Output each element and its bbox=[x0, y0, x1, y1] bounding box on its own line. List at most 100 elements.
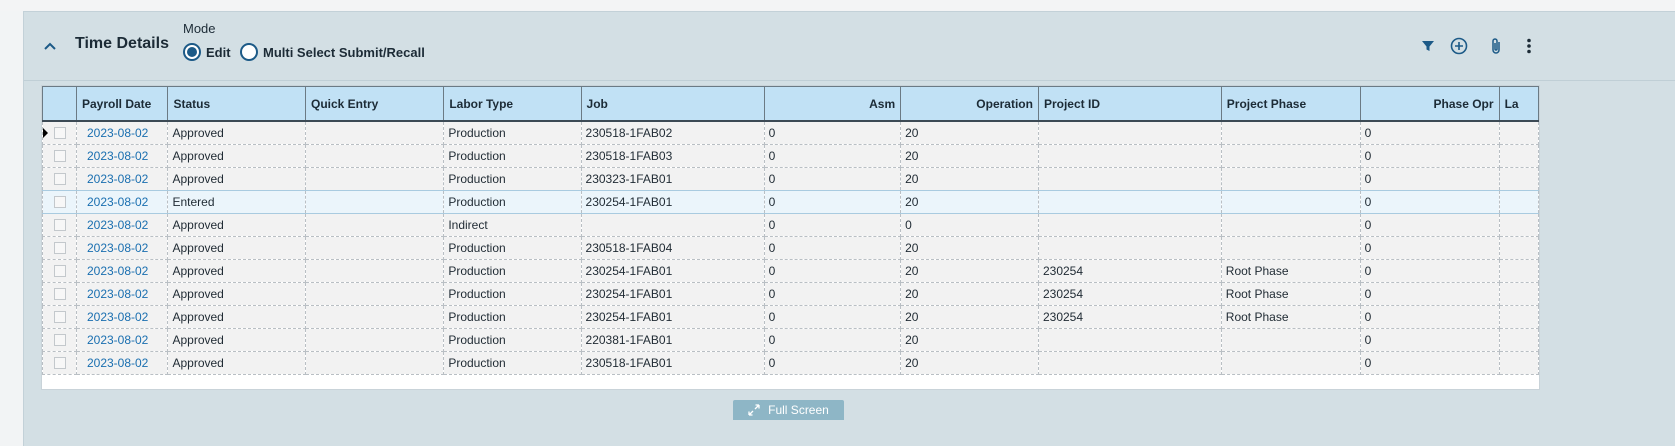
column-header-asm[interactable]: Asm bbox=[763, 86, 902, 122]
cell-la[interactable] bbox=[1498, 282, 1539, 306]
table-row[interactable]: 2023-08-02 Approved Production 230254-1FAB0… bbox=[42, 282, 1539, 306]
cell-labor-type[interactable]: Production bbox=[443, 121, 582, 145]
cell-payroll-date[interactable]: 2023-08-02 bbox=[75, 144, 169, 168]
row-checkbox[interactable] bbox=[54, 265, 66, 277]
cell-operation[interactable]: 20 bbox=[900, 236, 1039, 260]
cell-labor-type[interactable]: Production bbox=[443, 167, 582, 191]
cell-phase-opr[interactable]: 0 bbox=[1359, 351, 1500, 375]
cell-asm[interactable]: 0 bbox=[763, 144, 902, 168]
row-checkbox[interactable] bbox=[54, 357, 66, 369]
cell-project-id[interactable] bbox=[1037, 190, 1222, 214]
cell-quick-entry[interactable] bbox=[304, 259, 445, 283]
table-row[interactable]: 2023-08-02 Approved Production 230518-1FAB0… bbox=[42, 236, 1539, 260]
column-header-job[interactable]: Job bbox=[580, 86, 765, 122]
cell-operation[interactable]: 20 bbox=[900, 351, 1039, 375]
cell-status[interactable]: Approved bbox=[167, 305, 306, 329]
cell-labor-type[interactable]: Production bbox=[443, 282, 582, 306]
row-checkbox[interactable] bbox=[54, 173, 66, 185]
cell-operation[interactable]: 0 bbox=[900, 213, 1039, 237]
row-checkbox[interactable] bbox=[54, 219, 66, 231]
table-row[interactable]: 2023-08-02 Approved Production 220381-1FAB0… bbox=[42, 328, 1539, 352]
cell-project-phase[interactable]: Root Phase bbox=[1220, 259, 1361, 283]
cell-status[interactable]: Approved bbox=[167, 328, 306, 352]
cell-project-id[interactable] bbox=[1037, 121, 1222, 145]
cell-la[interactable] bbox=[1498, 236, 1539, 260]
table-row[interactable]: 2023-08-02 Approved Production 230323-1FAB0… bbox=[42, 167, 1539, 191]
cell-project-phase[interactable]: Root Phase bbox=[1220, 305, 1361, 329]
column-header-select[interactable] bbox=[42, 86, 77, 122]
cell-payroll-date[interactable]: 2023-08-02 bbox=[75, 305, 169, 329]
table-row[interactable]: 2023-08-02 Entered Production 230254-1FAB01… bbox=[42, 190, 1539, 214]
cell-quick-entry[interactable] bbox=[304, 121, 445, 145]
cell-asm[interactable]: 0 bbox=[763, 351, 902, 375]
cell-asm[interactable]: 0 bbox=[763, 121, 902, 145]
cell-project-phase[interactable] bbox=[1220, 167, 1361, 191]
cell-payroll-date[interactable]: 2023-08-02 bbox=[75, 213, 169, 237]
cell-labor-type[interactable]: Production bbox=[443, 236, 582, 260]
cell-project-id[interactable] bbox=[1037, 328, 1222, 352]
cell-operation[interactable]: 20 bbox=[900, 328, 1039, 352]
row-select-cell[interactable] bbox=[42, 351, 77, 375]
cell-la[interactable] bbox=[1498, 305, 1539, 329]
cell-labor-type[interactable]: Production bbox=[443, 144, 582, 168]
cell-asm[interactable]: 0 bbox=[763, 213, 902, 237]
cell-asm[interactable]: 0 bbox=[763, 328, 902, 352]
cell-asm[interactable]: 0 bbox=[763, 190, 902, 214]
cell-status[interactable]: Approved bbox=[167, 167, 306, 191]
cell-job[interactable] bbox=[580, 213, 765, 237]
cell-project-id[interactable] bbox=[1037, 144, 1222, 168]
cell-project-phase[interactable] bbox=[1220, 121, 1361, 145]
row-select-cell[interactable] bbox=[42, 259, 77, 283]
cell-labor-type[interactable]: Production bbox=[443, 328, 582, 352]
cell-project-phase[interactable] bbox=[1220, 236, 1361, 260]
column-header-operation[interactable]: Operation bbox=[900, 86, 1039, 122]
row-checkbox[interactable] bbox=[54, 150, 66, 162]
column-header-phase-opr[interactable]: Phase Opr bbox=[1359, 86, 1500, 122]
cell-asm[interactable]: 0 bbox=[763, 305, 902, 329]
cell-project-phase[interactable] bbox=[1220, 213, 1361, 237]
cell-la[interactable] bbox=[1498, 144, 1539, 168]
cell-phase-opr[interactable]: 0 bbox=[1359, 190, 1500, 214]
column-header-payroll-date[interactable]: Payroll Date bbox=[75, 86, 169, 122]
cell-status[interactable]: Approved bbox=[167, 282, 306, 306]
cell-status[interactable]: Approved bbox=[167, 259, 306, 283]
cell-status[interactable]: Approved bbox=[167, 121, 306, 145]
cell-la[interactable] bbox=[1498, 190, 1539, 214]
cell-phase-opr[interactable]: 0 bbox=[1359, 282, 1500, 306]
cell-quick-entry[interactable] bbox=[304, 305, 445, 329]
mode-radio-edit[interactable]: Edit bbox=[183, 41, 231, 63]
row-select-cell[interactable] bbox=[42, 213, 77, 237]
cell-project-id[interactable] bbox=[1037, 213, 1222, 237]
add-circle-icon[interactable] bbox=[1448, 35, 1470, 57]
column-header-quick-entry[interactable]: Quick Entry bbox=[304, 86, 445, 122]
cell-phase-opr[interactable]: 0 bbox=[1359, 121, 1500, 145]
row-checkbox[interactable] bbox=[54, 127, 66, 139]
cell-job[interactable]: 230254-1FAB01 bbox=[580, 259, 765, 283]
cell-operation[interactable]: 20 bbox=[900, 144, 1039, 168]
cell-job[interactable]: 230254-1FAB01 bbox=[580, 190, 765, 214]
cell-status[interactable]: Approved bbox=[167, 351, 306, 375]
row-checkbox[interactable] bbox=[54, 242, 66, 254]
table-row[interactable]: 2023-08-02 Approved Indirect 0 0 0 bbox=[42, 213, 1539, 237]
cell-project-id[interactable] bbox=[1037, 236, 1222, 260]
cell-operation[interactable]: 20 bbox=[900, 121, 1039, 145]
cell-project-phase[interactable]: Root Phase bbox=[1220, 282, 1361, 306]
table-row[interactable]: 2023-08-02 Approved Production 230518-1FAB0… bbox=[42, 121, 1539, 145]
cell-labor-type[interactable]: Production bbox=[443, 190, 582, 214]
cell-payroll-date[interactable]: 2023-08-02 bbox=[75, 167, 169, 191]
cell-asm[interactable]: 0 bbox=[763, 259, 902, 283]
cell-phase-opr[interactable]: 0 bbox=[1359, 236, 1500, 260]
row-select-cell[interactable] bbox=[42, 121, 77, 145]
cell-operation[interactable]: 20 bbox=[900, 282, 1039, 306]
cell-project-phase[interactable] bbox=[1220, 144, 1361, 168]
cell-labor-type[interactable]: Production bbox=[443, 351, 582, 375]
filter-icon[interactable] bbox=[1417, 35, 1439, 57]
table-row[interactable]: 2023-08-02 Approved Production 230254-1FAB0… bbox=[42, 305, 1539, 329]
cell-la[interactable] bbox=[1498, 213, 1539, 237]
cell-payroll-date[interactable]: 2023-08-02 bbox=[75, 190, 169, 214]
cell-quick-entry[interactable] bbox=[304, 190, 445, 214]
cell-asm[interactable]: 0 bbox=[763, 282, 902, 306]
cell-payroll-date[interactable]: 2023-08-02 bbox=[75, 282, 169, 306]
cell-quick-entry[interactable] bbox=[304, 282, 445, 306]
cell-asm[interactable]: 0 bbox=[763, 236, 902, 260]
